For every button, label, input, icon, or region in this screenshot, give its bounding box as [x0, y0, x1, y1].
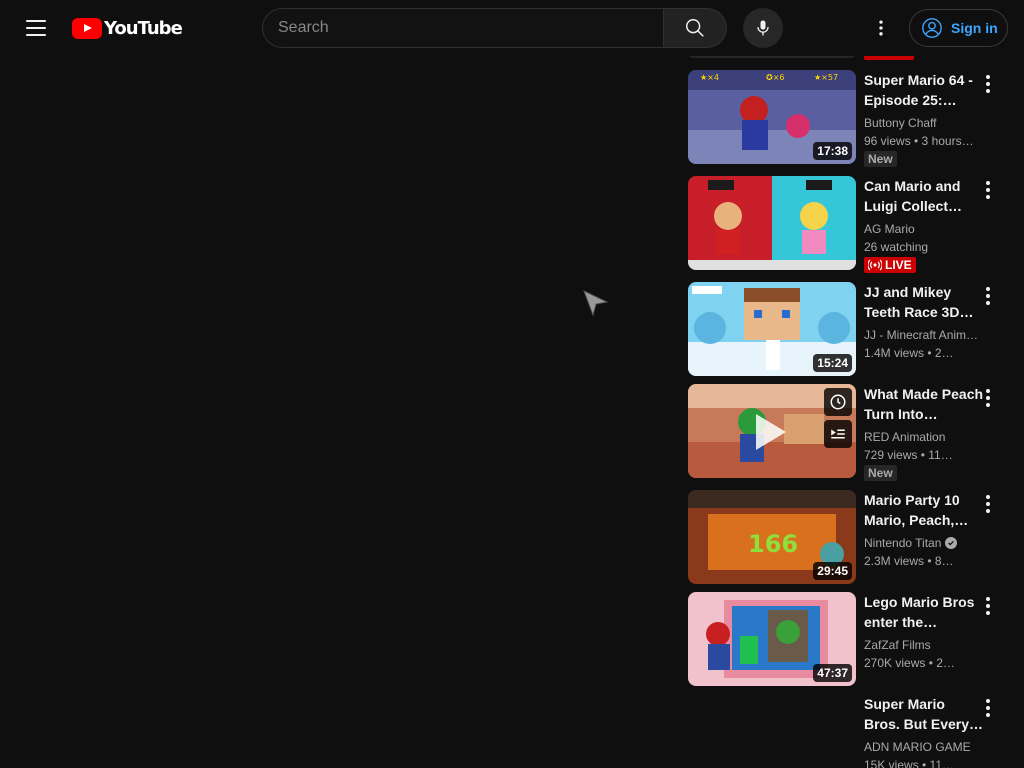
clock-icon: [830, 394, 846, 410]
video-meta: 26 watching: [864, 240, 929, 254]
video-meta: 729 views • 11…: [864, 448, 953, 462]
video-info: Super Mario 64 - Episode 25: Hun… Button…: [864, 70, 984, 168]
channel-name[interactable]: Buttony Chaff: [864, 114, 984, 132]
video-thumbnail[interactable]: 166 29:45: [688, 490, 856, 584]
video-info: Mario Party 10 Mario, Peach,… Nintendo T…: [864, 490, 984, 570]
account-circle-icon: [922, 18, 942, 38]
action-menu-button[interactable]: [976, 594, 1000, 618]
masthead: YouTube Sign in: [0, 0, 1024, 56]
video-title[interactable]: What Made Peach Turn Into…: [864, 384, 984, 424]
new-badge: New: [864, 465, 897, 481]
video-item[interactable]: ★×4 ✪×6 ★×57 17:38 Super Mario 64 - Epis…: [688, 70, 1008, 168]
video-thumbnail[interactable]: 47:37: [688, 592, 856, 686]
video-meta: 270K views • 2…: [864, 656, 955, 670]
channel-name-text: JJ - Minecraft Anim…: [864, 328, 979, 342]
search-input[interactable]: [278, 19, 663, 37]
duration-label: 15:24: [813, 354, 852, 372]
action-menu-button[interactable]: [976, 178, 1000, 202]
svg-text:✪×6: ✪×6: [766, 73, 785, 82]
channel-name-text: RED Animation: [864, 430, 946, 444]
guide-menu-button[interactable]: [16, 8, 56, 48]
video-title[interactable]: Can Mario and Luigi Collect…: [864, 176, 984, 216]
svg-text:★×57: ★×57: [814, 73, 838, 82]
video-info: Lego Mario Bros enter the… ZafZaf Films …: [864, 592, 984, 672]
video-item[interactable]: 166 29:45 Mario Party 10 Mario, Peach,… …: [688, 490, 1008, 586]
channel-name[interactable]: ZafZaf Films: [864, 636, 984, 654]
action-menu-button[interactable]: [976, 284, 1000, 308]
video-info: Super Mario Bros. But Every Seed… ADN MA…: [864, 694, 984, 768]
duration-label: 47:37: [813, 664, 852, 682]
more-vertical-icon: [879, 20, 883, 36]
menu-line: [26, 34, 46, 36]
channel-name[interactable]: JJ - Minecraft Anim…: [864, 326, 984, 344]
new-badge: New: [864, 151, 897, 167]
video-thumbnail[interactable]: [688, 384, 856, 478]
channel-name-text: Nintendo Titan: [864, 536, 942, 550]
channel-name-text: ADN MARIO GAME: [864, 740, 971, 754]
live-broadcast-icon: [868, 259, 882, 271]
video-info: JJ and Mikey Teeth Race 3D… JJ - Minecra…: [864, 282, 984, 362]
video-meta: 15K views • 11…: [864, 758, 955, 768]
watch-later-button[interactable]: [824, 388, 852, 416]
settings-more-button[interactable]: [861, 8, 901, 48]
video-thumbnail[interactable]: 15:24: [688, 282, 856, 376]
search-button[interactable]: [663, 8, 727, 48]
video-item[interactable]: What Made Peach Turn Into… RED Animation…: [688, 384, 1008, 482]
channel-name-text: AG Mario: [864, 222, 915, 236]
queue-icon: [831, 429, 845, 439]
video-item[interactable]: Can Mario and Luigi Collect… AG Mario 26…: [688, 176, 1008, 273]
play-icon: [756, 414, 786, 450]
action-menu-button[interactable]: [976, 696, 1000, 720]
video-title[interactable]: Super Mario 64 - Episode 25: Hun…: [864, 70, 984, 110]
action-menu-button[interactable]: [976, 72, 1000, 96]
duration-label: 17:38: [813, 142, 852, 160]
youtube-play-icon: [72, 17, 102, 39]
svg-text:166: 166: [748, 530, 798, 558]
sign-in-label: Sign in: [951, 20, 998, 36]
mouse-cursor-icon: [583, 290, 609, 317]
youtube-logo[interactable]: YouTube: [72, 16, 183, 40]
search-box: [262, 8, 663, 48]
video-meta: 96 views • 3 hours…: [864, 134, 974, 148]
channel-name-text: ZafZaf Films: [864, 638, 931, 652]
logo-text: YouTube: [104, 17, 183, 39]
thumbnail-image: [688, 176, 856, 270]
live-label: LIVE: [885, 258, 912, 272]
video-thumbnail[interactable]: [688, 176, 856, 270]
svg-text:★×4: ★×4: [700, 73, 719, 82]
live-badge: LIVE: [864, 257, 916, 273]
menu-line: [26, 20, 46, 22]
channel-name[interactable]: RED Animation: [864, 428, 984, 446]
video-title[interactable]: Super Mario Bros. But Every Seed…: [864, 694, 984, 734]
verified-icon: [945, 537, 958, 549]
channel-name-text: Buttony Chaff: [864, 116, 937, 130]
add-to-queue-button[interactable]: [824, 420, 852, 448]
video-thumbnail[interactable]: ★×4 ✪×6 ★×57 17:38: [688, 70, 856, 164]
video-info: Can Mario and Luigi Collect… AG Mario 26…: [864, 176, 984, 276]
channel-name[interactable]: Nintendo Titan: [864, 534, 984, 552]
microphone-icon: [757, 20, 769, 36]
action-menu-button[interactable]: [976, 386, 1000, 410]
sign-in-button[interactable]: Sign in: [909, 9, 1008, 47]
video-title[interactable]: Mario Party 10 Mario, Peach,…: [864, 490, 984, 530]
video-item[interactable]: 15:24 JJ and Mikey Teeth Race 3D… JJ - M…: [688, 282, 1008, 378]
voice-search-button[interactable]: [743, 8, 783, 48]
action-menu-button[interactable]: [976, 492, 1000, 516]
video-title[interactable]: JJ and Mikey Teeth Race 3D…: [864, 282, 984, 322]
video-title[interactable]: Lego Mario Bros enter the…: [864, 592, 984, 632]
video-meta: 2.3M views • 8…: [864, 554, 954, 568]
video-info: What Made Peach Turn Into… RED Animation…: [864, 384, 984, 482]
search-icon: [686, 19, 704, 37]
channel-name[interactable]: AG Mario: [864, 220, 984, 238]
channel-name[interactable]: ADN MARIO GAME: [864, 738, 984, 756]
menu-line: [26, 27, 46, 29]
video-meta: 1.4M views • 2…: [864, 346, 954, 360]
duration-label: 29:45: [813, 562, 852, 580]
video-item[interactable]: 47:37 Lego Mario Bros enter the… ZafZaf …: [688, 592, 1008, 688]
video-item[interactable]: Super Mario Bros. But Every Seed… ADN MA…: [688, 694, 1008, 768]
